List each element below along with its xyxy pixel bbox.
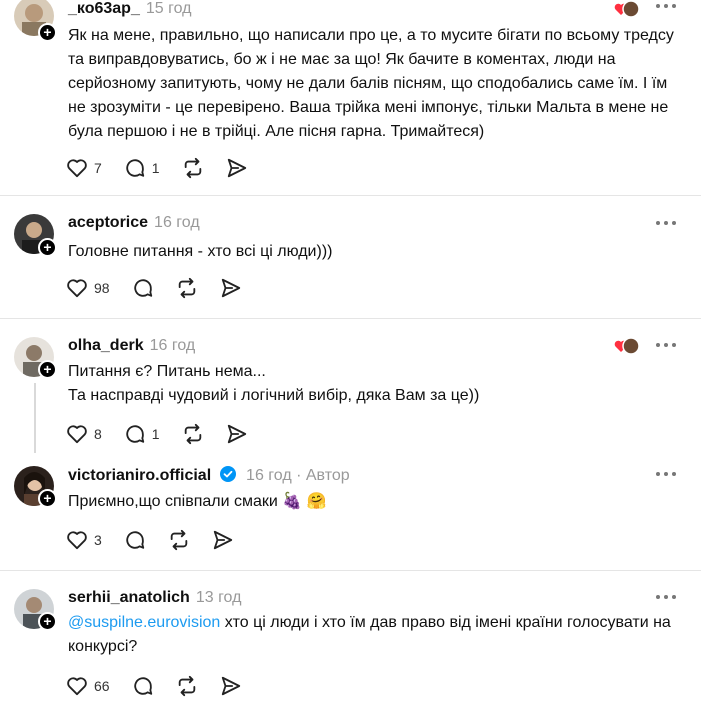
- reply-count: 1: [151, 160, 160, 176]
- heart-icon: [67, 677, 87, 696]
- author-label: · Автор: [296, 467, 350, 484]
- timestamp: 16 год: [154, 214, 200, 231]
- share-button[interactable]: [220, 277, 242, 299]
- repost-icon: [178, 277, 195, 299]
- like-button[interactable]: 66: [66, 676, 110, 696]
- emoji: 🍇 🤗: [282, 493, 327, 510]
- heart-icon: [67, 159, 87, 178]
- like-button[interactable]: 98: [66, 278, 110, 298]
- more-icon[interactable]: [656, 4, 678, 10]
- verified-icon: [219, 466, 236, 482]
- reply-button[interactable]: [132, 675, 154, 697]
- username[interactable]: olha_derk 16 год: [68, 337, 195, 355]
- divider: [0, 318, 701, 319]
- reply-button[interactable]: [132, 277, 154, 299]
- comment-text: Питання є? Питань нема...: [68, 363, 266, 380]
- username[interactable]: aceptorice 16 год: [68, 214, 200, 232]
- repost-icon: [184, 423, 201, 445]
- share-button[interactable]: [226, 157, 248, 179]
- share-button[interactable]: [226, 423, 248, 445]
- repost-button[interactable]: [176, 277, 198, 299]
- comment-text: Приємно,що співпали смаки 🍇 🤗: [68, 493, 327, 510]
- share-icon: [221, 278, 240, 298]
- repost-button[interactable]: [168, 529, 190, 551]
- comment-text: Як на мене, правильно, що написали про ц…: [68, 27, 674, 140]
- username[interactable]: _ко63ар_ 15 год: [68, 0, 191, 18]
- timestamp: 16 год: [149, 337, 196, 354]
- comment-text: Головне питання - хто всі ці люди))): [68, 243, 333, 260]
- like-button[interactable]: 7: [66, 158, 102, 178]
- share-icon: [213, 530, 232, 550]
- share-icon: [227, 158, 246, 178]
- follow-plus-icon[interactable]: +: [38, 360, 57, 379]
- repost-button[interactable]: [176, 675, 198, 697]
- divider: [0, 195, 701, 196]
- like-count: 3: [94, 532, 102, 548]
- comment-icon: [126, 425, 144, 443]
- timestamp: 15 год: [145, 0, 192, 17]
- comment-icon: [133, 677, 152, 695]
- comment-text: @suspilne.eurovision хто ці люди і хто ї…: [68, 614, 671, 655]
- repost-icon: [178, 675, 195, 697]
- like-button[interactable]: 8: [66, 424, 102, 444]
- username[interactable]: victorianiro.official 16 год · Автор: [68, 466, 350, 485]
- reply-button[interactable]: 1: [124, 423, 160, 445]
- like-count: 8: [94, 426, 102, 442]
- username[interactable]: serhii_anatolich 13 год: [68, 589, 241, 607]
- like-count: 98: [94, 280, 110, 296]
- like-button[interactable]: 3: [66, 530, 102, 550]
- like-count: 66: [94, 678, 110, 694]
- share-icon: [227, 424, 246, 444]
- comment-icon: [133, 279, 152, 297]
- share-button[interactable]: [220, 675, 242, 697]
- repost-button[interactable]: [182, 157, 204, 179]
- follow-plus-icon[interactable]: +: [38, 612, 57, 631]
- timestamp: 16 год: [246, 467, 292, 484]
- comment-text-continued: Та насправді чудовий і логічний вибір, д…: [68, 387, 480, 404]
- author-liked-badge: [614, 0, 640, 18]
- more-icon[interactable]: [656, 472, 678, 478]
- more-icon[interactable]: [656, 343, 678, 349]
- repost-button[interactable]: [182, 423, 204, 445]
- more-icon[interactable]: [656, 595, 678, 601]
- heart-icon: [67, 425, 87, 444]
- author-liked-badge: [614, 337, 640, 355]
- timestamp: 13 год: [195, 589, 242, 606]
- follow-plus-icon[interactable]: +: [38, 23, 57, 42]
- heart-icon: [67, 279, 87, 298]
- divider: [0, 570, 701, 571]
- follow-plus-icon[interactable]: +: [38, 489, 57, 508]
- repost-icon: [184, 157, 201, 179]
- comment-icon: [126, 159, 144, 177]
- follow-plus-icon[interactable]: +: [38, 238, 57, 257]
- mention-link[interactable]: @suspilne.eurovision: [68, 614, 220, 631]
- like-count: 7: [94, 160, 102, 176]
- thread-line: [34, 383, 36, 453]
- heart-icon: [67, 531, 87, 550]
- reply-count: 1: [151, 426, 160, 442]
- reply-button[interactable]: 1: [124, 157, 160, 179]
- share-icon: [221, 676, 240, 696]
- share-button[interactable]: [212, 529, 234, 551]
- repost-icon: [170, 529, 188, 551]
- comment-icon: [126, 531, 144, 549]
- reply-button[interactable]: [124, 529, 146, 551]
- more-icon[interactable]: [656, 221, 678, 227]
